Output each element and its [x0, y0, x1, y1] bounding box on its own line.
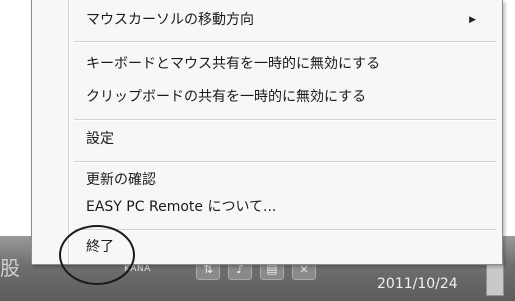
- menu-item-check-updates[interactable]: 更新の確認: [86, 167, 486, 193]
- clock-date[interactable]: 2011/10/24: [377, 276, 458, 292]
- menu-separator: [74, 229, 496, 231]
- taskbar-left-glyph: 股: [0, 256, 20, 280]
- menu-item-disable-kbd-mouse-share[interactable]: キーボードとマウス共有を一時的に無効にする: [86, 51, 486, 77]
- menu-separator: [74, 161, 496, 163]
- menu-separator: [74, 41, 496, 43]
- menu-item-label: クリップボードの共有を一時的に無効にする: [86, 89, 367, 105]
- menu-item-label: 更新の確認: [86, 172, 156, 188]
- menu-item-settings[interactable]: 設定: [86, 126, 486, 152]
- menu-item-label: EASY PC Remote について...: [86, 199, 277, 215]
- menu-item-about[interactable]: EASY PC Remote について...: [86, 194, 486, 220]
- menu-item-cursor-direction[interactable]: マウスカーソルの移動方向 ▶: [86, 7, 486, 33]
- menu-item-label: マウスカーソルの移動方向: [86, 12, 254, 28]
- menu-item-label: キーボードとマウス共有を一時的に無効にする: [86, 56, 381, 72]
- menu-item-exit[interactable]: 終了: [86, 234, 486, 260]
- menu-separator: [74, 119, 496, 121]
- highlight-circle: [59, 225, 135, 285]
- menu-item-disable-clipboard-share[interactable]: クリップボードの共有を一時的に無効にする: [86, 84, 486, 110]
- menu-icon-gutter: [68, 0, 70, 264]
- submenu-arrow-icon: ▶: [469, 15, 476, 25]
- menu-item-label: 設定: [86, 131, 114, 147]
